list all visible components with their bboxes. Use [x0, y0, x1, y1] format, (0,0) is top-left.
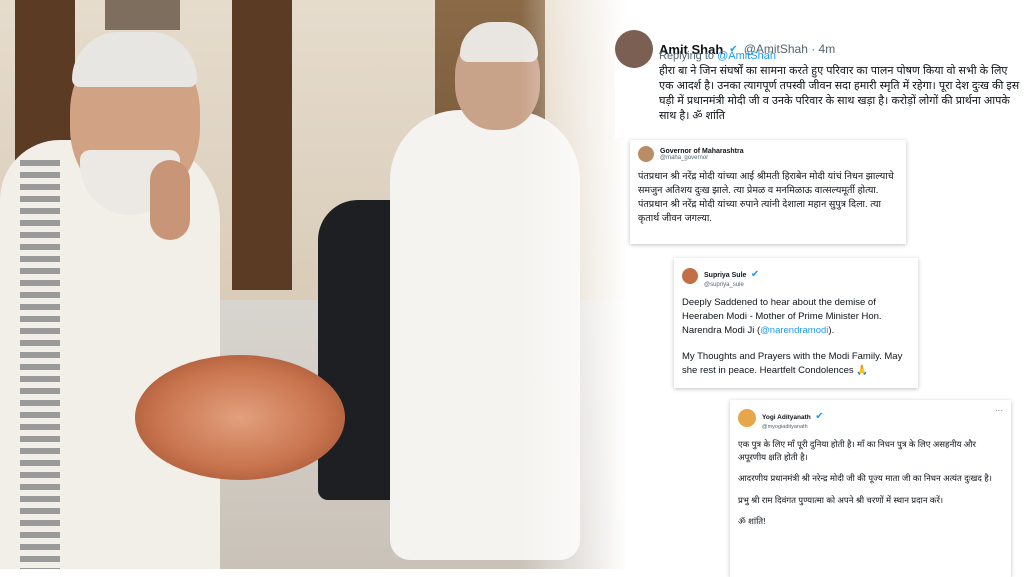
son-hair — [72, 32, 197, 87]
tweet-author-name[interactable]: Yogi Adityanath — [762, 414, 811, 421]
tweet-author-handle[interactable]: @supriya_sule — [704, 282, 759, 288]
tweet-author-name[interactable]: Governor of Maharashtra — [660, 148, 744, 155]
avatar[interactable] — [615, 30, 653, 68]
verified-badge-icon: ✔ — [750, 269, 760, 280]
replying-to: Replying to @AmitShah — [659, 50, 776, 62]
more-options-icon[interactable]: ··· — [995, 406, 1003, 415]
tweet-governor: Governor of Maharashtra @maha_governor प… — [630, 140, 906, 244]
tweet-author-name[interactable]: Supriya Sule — [704, 272, 746, 279]
photo-pm-with-mother — [0, 0, 640, 569]
avatar[interactable] — [682, 268, 698, 284]
tweet-author-handle[interactable]: @maha_governor — [660, 155, 744, 161]
wall-picture — [105, 0, 180, 30]
avatar[interactable] — [638, 146, 654, 162]
avatar[interactable] — [738, 409, 756, 427]
son-hand — [150, 160, 190, 240]
tweet-text: एक पुत्र के लिए माँ पूरी दुनिया होती है।… — [738, 439, 992, 526]
tweet-yogi-adityanath: ··· Yogi Adityanath ✔ @myogiadityanath ए… — [730, 400, 1011, 577]
mention-link[interactable]: @narendramodi — [760, 325, 828, 336]
verified-badge-icon: ✔ — [815, 411, 824, 422]
tweet-supriya-sule: Supriya Sule ✔ @supriya_sule Deeply Sadd… — [674, 258, 918, 388]
replying-to-link[interactable]: @AmitShah — [717, 50, 776, 62]
tweet-amit-shah: Amit Shah ✔ @AmitShah · 4m Replying to @… — [615, 30, 1020, 138]
tweet-text: पंतप्रधान श्री नरेंद्र मोदी यांच्या आई श… — [638, 171, 894, 224]
tweet-text: हीरा बा ने जिन संघर्षों का सामना करते हु… — [659, 65, 1020, 122]
tweet-text: Deeply Saddened to hear about the demise… — [682, 297, 903, 376]
door — [232, 0, 292, 290]
son-stole — [20, 160, 60, 569]
copper-plate — [135, 355, 345, 480]
tweet-author-handle[interactable]: @myogiadityanath — [762, 424, 824, 430]
